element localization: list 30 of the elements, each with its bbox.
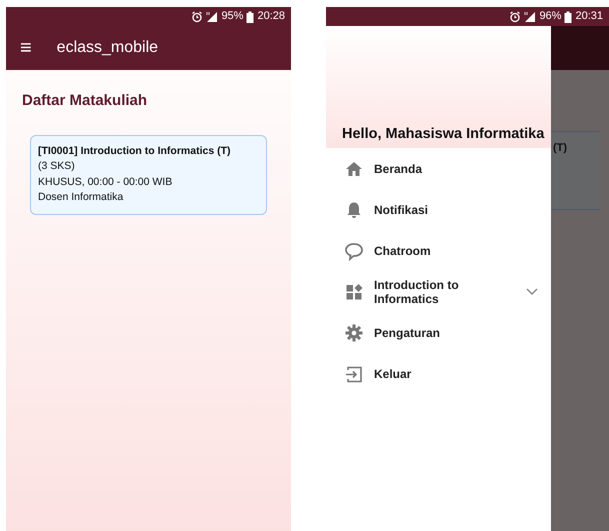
drawer-item[interactable]: Keluar (326, 353, 551, 394)
app-bar-dimmed (551, 26, 609, 70)
signal-icon (206, 10, 218, 22)
course-title: [TI0001] Introduction to Informatics (T) (38, 144, 232, 158)
battery-percentage: 96% (539, 9, 562, 24)
alarm-icon (191, 10, 204, 22)
drawer-item[interactable]: Notifikasi (326, 189, 551, 230)
battery-percentage: 95% (221, 9, 244, 24)
course-lecturer: Dosen Informatika (38, 190, 124, 205)
battery-icon (564, 10, 572, 22)
signal-icon (524, 10, 536, 22)
chat-bubble-icon (344, 240, 364, 260)
course-credits: (3 SKS) (38, 159, 76, 174)
page-heading: Daftar Matakuliah (22, 91, 148, 111)
exit-icon (344, 364, 364, 384)
drawer-item[interactable]: Chatroom (326, 230, 551, 271)
course-card[interactable]: [TI0001] Introduction to Informatics (T) (3 SKS) KHUSUS, 00:00 - 00:00 WIB Dosen Informatika (30, 134, 267, 214)
app-title: eclass_mobile (56, 38, 158, 58)
drawer-item[interactable]: Beranda (326, 148, 551, 189)
alarm-icon (509, 10, 522, 22)
status-time: 20:28 (257, 9, 285, 24)
settings-icon (344, 322, 364, 342)
menu-button[interactable]: ≡ (20, 38, 32, 58)
dimmed-course-card: (T) (551, 131, 600, 210)
course-schedule: KHUSUS, 00:00 - 00:00 WIB (38, 174, 174, 190)
drawer-item[interactable]: Introduction to Informatics (326, 271, 551, 312)
drawer-item[interactable]: Pengaturan (326, 312, 551, 353)
widgets-icon (344, 282, 364, 302)
status-time: 20:31 (575, 9, 603, 24)
battery-icon (246, 10, 254, 22)
